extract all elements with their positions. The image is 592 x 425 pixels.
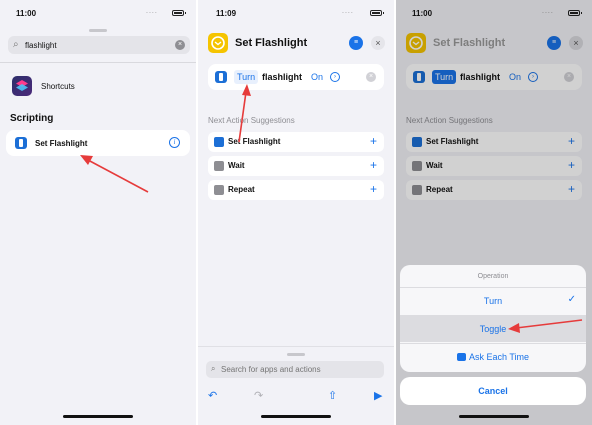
search-input[interactable] — [25, 38, 165, 52]
suggestion-label: Repeat — [228, 185, 255, 194]
status-signal: .... — [342, 8, 354, 15]
suggestion-repeat[interactable]: Repeat + — [208, 180, 384, 200]
app-result-label[interactable]: Shortcuts — [41, 82, 75, 91]
undo-icon[interactable]: ↶ — [208, 389, 217, 402]
action-result-label: Set Flashlight — [35, 139, 88, 148]
option-label: Ask Each Time — [468, 352, 530, 362]
chat-bubble-icon — [456, 353, 466, 361]
state-token[interactable]: On — [309, 70, 325, 84]
option-label: Toggle — [479, 324, 507, 334]
shortcut-tile-icon[interactable] — [208, 33, 228, 53]
action-card: Turn flashlight On › × — [208, 64, 384, 90]
action-search-sheet: ⌕ ↶ ↷ ⇧ ▶ — [198, 346, 394, 425]
search-screen: 11:00 .... ⌕ × Shortcuts Scripting Set F… — [0, 0, 196, 425]
option-ask-each-time[interactable]: Ask Each Time — [400, 343, 586, 370]
remove-action-icon[interactable]: × — [366, 72, 376, 82]
close-icon[interactable]: × — [371, 36, 385, 50]
repeat-icon — [214, 185, 224, 195]
suggestion-label: Set Flashlight — [228, 137, 281, 146]
expand-chevron-icon[interactable]: › — [330, 72, 340, 82]
flashlight-icon — [214, 137, 224, 147]
home-indicator[interactable] — [459, 415, 529, 418]
option-label: Turn — [483, 296, 503, 306]
search-bar[interactable]: ⌕ × — [8, 36, 190, 54]
status-time: 11:00 — [16, 9, 37, 18]
option-toggle[interactable]: Toggle — [400, 315, 586, 342]
divider — [0, 62, 196, 63]
cancel-button[interactable]: Cancel — [400, 377, 586, 405]
annotation-arrow — [80, 155, 149, 193]
shortcuts-app-icon[interactable] — [12, 76, 32, 96]
checkmark-icon: ✓ — [567, 294, 576, 305]
sheet-grabber[interactable] — [287, 353, 305, 356]
status-time: 11:09 — [216, 9, 237, 18]
battery-icon — [172, 10, 186, 16]
suggestion-label: Wait — [228, 161, 245, 170]
operation-picker-screen: 11:00 .... Set Flashlight ≡ × Turn flash… — [396, 0, 592, 425]
battery-icon — [370, 10, 384, 16]
search-icon: ⌕ — [211, 364, 216, 373]
timer-icon — [214, 161, 224, 171]
suggestion-wait[interactable]: Wait + — [208, 156, 384, 176]
settings-menu-icon[interactable]: ≡ — [349, 36, 363, 50]
flashlight-icon — [15, 137, 27, 149]
flashlight-icon — [215, 71, 227, 83]
sheet-grabber[interactable] — [89, 29, 107, 32]
option-turn[interactable]: Turn ✓ — [400, 287, 586, 314]
share-icon[interactable]: ⇧ — [328, 389, 337, 402]
section-title: Scripting — [10, 113, 54, 124]
operation-action-sheet: Operation Turn ✓ Toggle Ask Each Time — [400, 265, 586, 372]
info-icon[interactable]: i — [169, 137, 180, 148]
action-result-set-flashlight[interactable]: Set Flashlight i — [6, 130, 190, 156]
clear-icon[interactable]: × — [175, 40, 185, 50]
shortcut-editor: 11:09 .... Set Flashlight ≡ × Turn flash… — [198, 0, 394, 425]
action-search-bar[interactable]: ⌕ — [206, 361, 384, 378]
suggestions-header: Next Action Suggestions — [208, 116, 295, 125]
add-icon[interactable]: + — [370, 182, 377, 196]
action-word: flashlight — [262, 72, 302, 82]
operation-header: Operation — [477, 273, 509, 280]
add-icon[interactable]: + — [370, 158, 377, 172]
home-indicator[interactable] — [63, 415, 133, 418]
play-icon[interactable]: ▶ — [374, 389, 382, 402]
add-icon[interactable]: + — [370, 134, 377, 148]
operation-token[interactable]: Turn — [234, 70, 259, 84]
suggestion-set-flashlight[interactable]: Set Flashlight + — [208, 132, 384, 152]
redo-icon[interactable]: ↷ — [254, 389, 263, 402]
shortcut-title[interactable]: Set Flashlight — [235, 37, 307, 49]
action-search-input[interactable] — [221, 363, 371, 376]
home-indicator[interactable] — [261, 415, 331, 418]
status-signal: .... — [146, 8, 158, 15]
search-icon: ⌕ — [13, 39, 19, 50]
option-label-wrap: Ask Each Time — [400, 352, 586, 362]
